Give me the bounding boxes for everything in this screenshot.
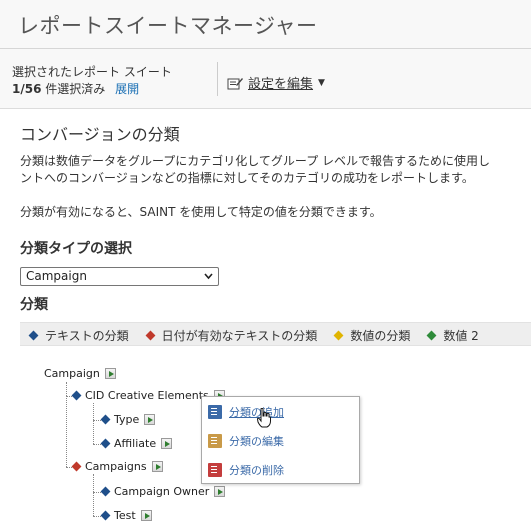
tree-connector — [66, 382, 67, 396]
chevron-down-icon — [204, 273, 213, 280]
app-title: レポートスイートマネージャー — [18, 14, 318, 38]
edit-settings-button[interactable]: 設定を編集 ▼ — [227, 73, 325, 92]
tree-node-campaign-owner: Campaign Owner — [100, 485, 226, 498]
node-menu-button[interactable] — [140, 510, 152, 521]
legend-item-numeric: 数値の分類 — [333, 327, 410, 344]
tree-node-type: Type — [100, 413, 156, 426]
legend-item-date-text: 日付が有効なテキストの分類 — [145, 327, 317, 344]
diamond-icon — [426, 330, 437, 341]
expand-link[interactable]: 展開 — [115, 82, 139, 96]
diamond-icon — [100, 414, 111, 425]
selected-suites-label: 選択されたレポート スイート — [12, 65, 172, 79]
tree-node-label: Type — [114, 413, 140, 426]
diamond-icon — [100, 438, 111, 449]
tree-connector — [66, 396, 67, 467]
tree-connector — [66, 467, 72, 468]
description-line-1: 分類は数値データをグループにカテゴリ化してグループ レベルで報告するために使用し — [20, 154, 491, 168]
node-menu-button[interactable] — [161, 438, 173, 449]
tree-node-label: Campaigns — [85, 460, 147, 473]
tree-connector — [93, 492, 101, 493]
description-line-3: 分類が有効になると、SAINT を使用して特定の値を分類できます。 — [20, 205, 382, 219]
menu-item-delete-classification[interactable]: 分類の削除 — [208, 462, 284, 478]
tree-node-label: Affiliate — [114, 437, 157, 450]
diamond-icon — [71, 461, 82, 472]
tree-connector — [93, 420, 101, 421]
tree-node-label: Campaign — [44, 367, 100, 380]
tree-node-label: CID Creative Elements — [85, 389, 209, 402]
node-menu-button[interactable] — [144, 414, 156, 425]
diamond-icon — [145, 330, 156, 341]
chevron-down-icon: ▼ — [318, 77, 325, 88]
tree-node-label: Test — [114, 509, 136, 522]
diamond-icon — [333, 330, 344, 341]
node-menu-button[interactable] — [104, 368, 116, 379]
selected-count-suffix: 件選択済み — [45, 82, 106, 96]
legend-bar: テキストの分類 日付が有効なテキストの分類 数値の分類 数値 2 — [20, 322, 531, 346]
page-title: コンバージョンの分類 — [20, 125, 180, 144]
tree-node-test: Test — [100, 509, 152, 522]
selected-count: 1/56 — [12, 82, 42, 96]
diamond-icon — [100, 486, 111, 497]
hand-cursor-icon — [257, 408, 271, 428]
tree-connector — [93, 444, 101, 445]
tree-node-campaign: Campaign — [44, 367, 116, 380]
edit-classification-icon — [208, 434, 222, 448]
tree-connector — [93, 403, 94, 444]
delete-classification-icon — [208, 463, 222, 477]
menu-item-edit-classification[interactable]: 分類の編集 — [208, 433, 284, 449]
diamond-icon — [28, 330, 39, 341]
edit-settings-label: 設定を編集 — [248, 77, 314, 92]
node-menu-button[interactable] — [214, 486, 226, 497]
tree-connector — [93, 516, 101, 517]
tree-node-affiliate: Affiliate — [100, 437, 173, 450]
selected-suites-count-row: 1/56 件選択済み 展開 — [12, 80, 139, 97]
legend-item-numeric-2: 数値 2 — [426, 327, 479, 344]
classifications-heading: 分類 — [20, 297, 48, 313]
tree-connector — [93, 474, 94, 516]
node-menu-button[interactable] — [151, 461, 163, 472]
add-classification-icon — [208, 405, 222, 419]
header-divider — [0, 48, 531, 49]
diamond-icon — [71, 390, 82, 401]
tree-node-campaigns: Campaigns — [71, 460, 163, 473]
classification-type-heading: 分類タイプの選択 — [20, 241, 132, 257]
tree-node-label: Campaign Owner — [114, 485, 210, 498]
description-line-2: ントへのコンバージョンなどの指標に対してそのカテゴリの成功をレポートします。 — [20, 171, 474, 185]
toolbar-divider — [217, 62, 218, 96]
diamond-icon — [100, 510, 111, 521]
legend-item-text: テキストの分類 — [28, 327, 129, 344]
classification-type-value: Campaign — [26, 269, 87, 283]
context-menu: 分類の追加 分類の編集 分類の削除 — [201, 396, 360, 484]
edit-icon — [227, 77, 243, 89]
classification-type-select[interactable]: Campaign — [20, 267, 219, 286]
menu-item-add-classification[interactable]: 分類の追加 — [208, 404, 284, 420]
